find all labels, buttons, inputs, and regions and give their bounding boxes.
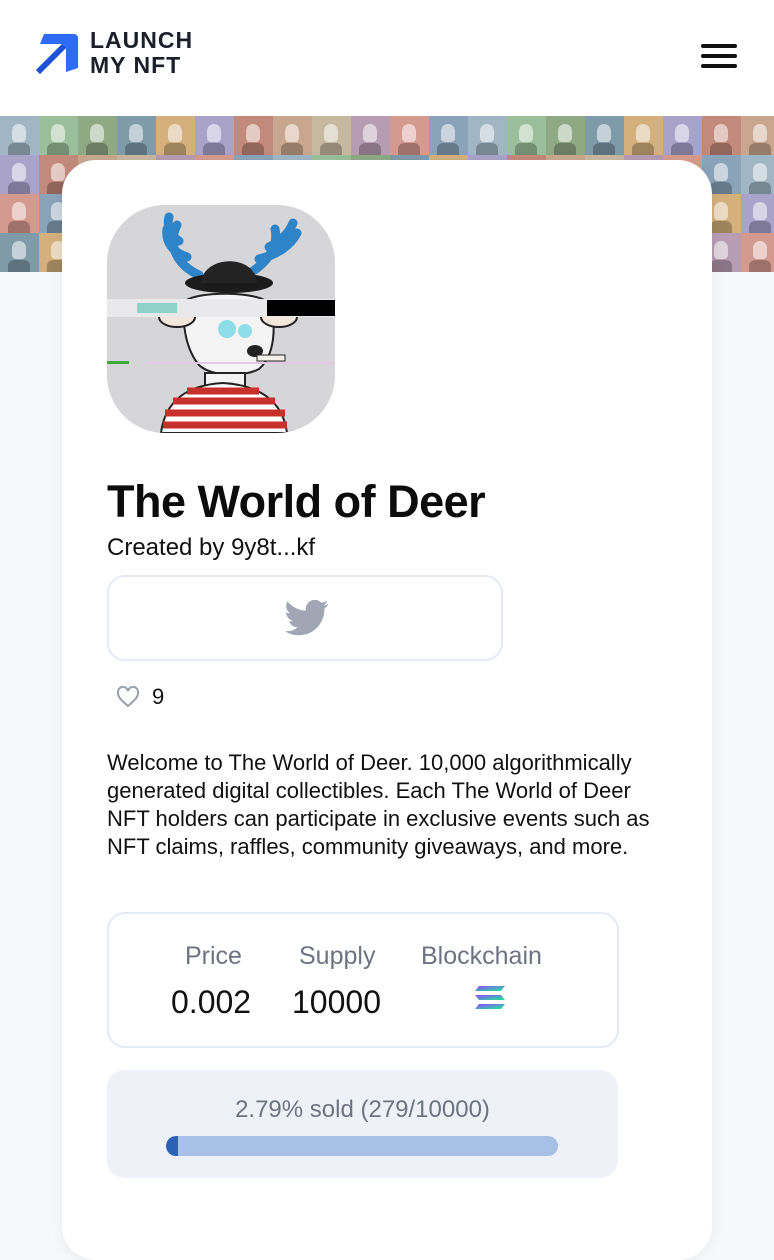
banner-tile [0,194,39,233]
launch-my-nft-logo[interactable]: LAUNCH MY NFT [34,28,193,78]
banner-tile [585,116,624,155]
collection-avatar [107,205,335,433]
banner-tile [351,116,390,155]
sold-progress-text: 2.79% sold (279/10000) [235,1096,490,1123]
banner-tile [468,116,507,155]
banner-tile [702,116,741,155]
deer-avatar-image [107,205,335,433]
banner-tile [507,116,546,155]
launch-logo-icon [36,34,78,74]
logo-line-1: LAUNCH [90,27,194,53]
banner-tile [78,116,117,155]
mint-stats-box: Price 0.002 Supply 10000 Blockchain [107,912,619,1048]
banner-tile [741,194,774,233]
banner-tile [312,116,351,155]
banner-tile [195,116,234,155]
banner-tile [741,233,774,272]
likes-count: 9 [152,684,165,709]
twitter-icon[interactable] [285,599,329,637]
banner-tile [39,116,78,155]
banner-tile [273,116,312,155]
social-links-box [107,575,503,661]
logo-wordmark: LAUNCH MY NFT [90,28,193,78]
sale-progress-box: 2.79% sold (279/10000) [107,1070,618,1178]
banner-tile [624,116,663,155]
supply-label: Supply [299,942,376,970]
solana-icon [475,986,505,1009]
banner-tile [546,116,585,155]
supply-value: 10000 [292,984,381,1020]
banner-tile [0,116,39,155]
collection-description: Welcome to The World of Deer. 10,000 alg… [107,750,650,859]
banner-tile [234,116,273,155]
price-value: 0.002 [171,984,252,1020]
banner-tile [429,116,468,155]
banner-tile [156,116,195,155]
logo-line-2: MY NFT [90,52,182,78]
banner-tile [741,116,774,155]
banner-tile [117,116,156,155]
collection-title: The World of Deer [107,476,486,527]
banner-tile [0,233,39,272]
blockchain-label: Blockchain [421,942,542,970]
progress-bar-fill [166,1136,178,1156]
likes-row: 9 [116,684,164,710]
hamburger-menu-icon[interactable] [701,42,737,70]
progress-bar-track [166,1136,558,1156]
banner-tile [741,155,774,194]
price-label: Price [185,942,242,970]
banner-tile [663,116,702,155]
banner-tile [390,116,429,155]
top-header: LAUNCH MY NFT [0,0,774,116]
heart-icon[interactable] [116,686,140,708]
creator-label[interactable]: Created by 9y8t...kf [107,534,315,562]
banner-tile [0,155,39,194]
